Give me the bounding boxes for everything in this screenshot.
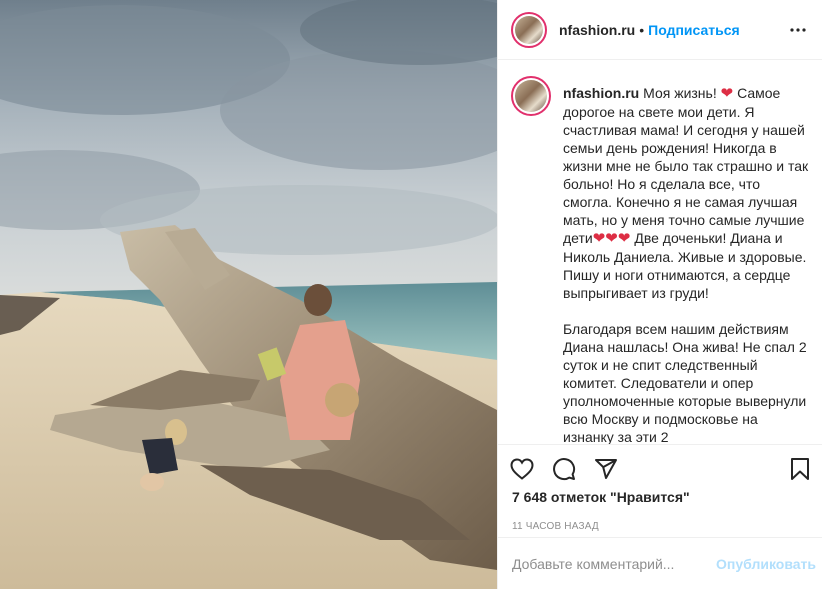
post-side-panel: nfashion.ru • Подписаться nfashion.ru Мо… [497, 0, 822, 589]
like-button[interactable] [510, 454, 540, 484]
comment-button[interactable] [552, 454, 582, 484]
publish-button[interactable]: Опубликовать [716, 556, 816, 572]
heart-emoji-icon: ❤ [720, 85, 734, 102]
more-horizontal-icon [790, 27, 806, 32]
caption-username[interactable]: nfashion.ru [563, 85, 639, 101]
comment-icon [553, 458, 576, 481]
avatar-image [515, 15, 543, 44]
save-button[interactable] [780, 454, 810, 484]
avatar-image [515, 80, 547, 112]
beach-photo-image [0, 0, 497, 589]
follow-button[interactable]: Подписаться [648, 22, 740, 38]
instagram-post: nfashion.ru • Подписаться nfashion.ru Мо… [0, 0, 822, 589]
action-bar [510, 445, 810, 493]
post-header: nfashion.ru • Подписаться [498, 0, 822, 60]
share-button[interactable] [594, 454, 624, 484]
likes-count[interactable]: 7 648 отметок "Нравится" [510, 489, 810, 505]
comment-input[interactable] [512, 555, 717, 572]
heart-icon [510, 458, 534, 480]
author-username[interactable]: nfashion.ru [559, 22, 635, 38]
hearts-emoji-icon: ❤❤❤ [592, 230, 631, 247]
post-caption: nfashion.ru Моя жизнь! ❤ Самое дорогое н… [563, 84, 810, 444]
caption-paragraph: Благодаря всем нашим действиям Диана наш… [563, 321, 807, 444]
add-comment-section: Опубликовать [498, 537, 822, 589]
post-photo[interactable] [0, 0, 497, 589]
caption-text: Моя жизнь! [639, 85, 721, 101]
comments-area[interactable]: nfashion.ru Моя жизнь! ❤ Самое дорогое н… [498, 60, 822, 444]
caption-paragraph: nfashion.ru Моя жизнь! ❤ Самое дорогое н… [563, 84, 810, 302]
caption-avatar[interactable] [511, 76, 551, 116]
post-timestamp[interactable]: 11 часов назад [510, 521, 810, 532]
post-actions-section: 7 648 отметок "Нравится" 11 часов назад [498, 444, 822, 532]
caption-text: Самое дорогое на свете мои дети. Я счаст… [563, 85, 809, 246]
share-icon [595, 459, 617, 479]
separator-dot: • [639, 21, 645, 38]
author-avatar[interactable] [511, 11, 547, 48]
caption-row: nfashion.ru Моя жизнь! ❤ Самое дорогое н… [511, 76, 810, 444]
more-options-icon[interactable] [786, 18, 810, 42]
bookmark-icon [791, 458, 809, 480]
